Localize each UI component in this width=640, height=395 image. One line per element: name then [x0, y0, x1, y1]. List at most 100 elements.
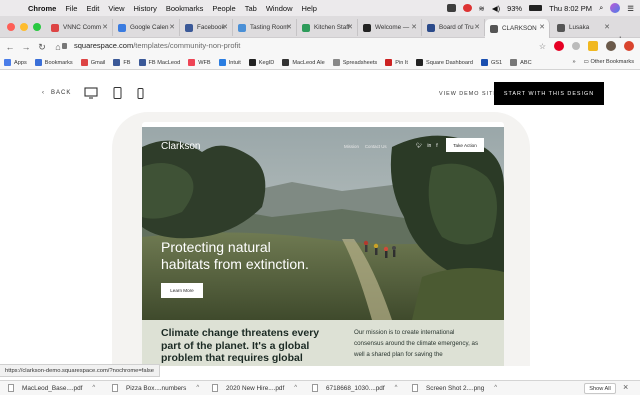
tab-welcome[interactable]: Welcome — ✕: [358, 19, 422, 36]
tab-close-icon[interactable]: ✕: [604, 23, 610, 31]
bookmark-item[interactable]: Intuit: [218, 59, 241, 66]
zoom-window-button[interactable]: [33, 23, 41, 31]
view-demo-site-link[interactable]: VIEW DEMO SITE: [439, 91, 498, 97]
take-action-button[interactable]: Take Action: [446, 138, 484, 152]
intro-section: Climate change threatens every part of t…: [142, 320, 504, 366]
tab-close-icon[interactable]: ✕: [102, 23, 108, 31]
tablet-view-icon[interactable]: [113, 87, 122, 99]
download-item[interactable]: Screen Shot 2....png ^: [412, 384, 497, 392]
menu-edit[interactable]: Edit: [86, 4, 99, 13]
tab-tasting-room[interactable]: Tasting Room ✕: [233, 19, 297, 36]
back-button[interactable]: ‹ BACK: [42, 90, 71, 96]
bookmark-item[interactable]: KegID: [248, 59, 274, 66]
chevron-up-icon[interactable]: ^: [494, 385, 497, 391]
notification-center-icon[interactable]: ☰: [627, 4, 634, 13]
other-bookmarks-folder[interactable]: ▭ Other Bookmarks: [584, 59, 634, 65]
nav-link-contact[interactable]: Contact Us: [365, 144, 387, 149]
menu-view[interactable]: View: [108, 4, 124, 13]
menu-bookmarks[interactable]: Bookmarks: [166, 4, 204, 13]
extension-icon[interactable]: [572, 42, 580, 50]
volume-icon[interactable]: ◀): [492, 4, 500, 13]
tab-close-icon[interactable]: ✕: [539, 23, 545, 31]
tab-close-icon[interactable]: ✕: [286, 23, 292, 31]
tab-google-calendar[interactable]: Google Calen ✕: [113, 19, 180, 36]
close-window-button[interactable]: [7, 23, 15, 31]
linkedin-icon[interactable]: in: [427, 143, 431, 149]
menubar-clock[interactable]: Thu 8:02 PM: [549, 4, 592, 13]
chevron-up-icon[interactable]: ^: [395, 385, 398, 391]
update-icon[interactable]: [624, 41, 634, 51]
macleod-icon: [282, 59, 290, 66]
tab-kitchen-staff[interactable]: Kitchen Staff ✕: [297, 19, 358, 36]
wifi-icon[interactable]: ≋: [479, 4, 485, 13]
menu-help[interactable]: Help: [302, 4, 317, 13]
learn-more-button[interactable]: Learn More: [161, 283, 203, 298]
bookmark-label: Bookmarks: [44, 59, 73, 66]
bookmark-item[interactable]: FB MacLeod: [138, 59, 180, 66]
menu-tab[interactable]: Tab: [245, 4, 257, 13]
tab-clarkson-active[interactable]: CLARKSON ✕: [485, 19, 550, 38]
bookmark-item[interactable]: FB: [113, 59, 131, 66]
close-downloads-icon[interactable]: ×: [623, 382, 628, 392]
tab-close-icon[interactable]: ✕: [169, 23, 175, 31]
tab-close-icon[interactable]: ✕: [222, 23, 228, 31]
bookmark-item[interactable]: Bookmarks: [34, 59, 73, 66]
bookmark-item[interactable]: Gmail: [80, 59, 105, 66]
siri-icon[interactable]: [610, 3, 621, 13]
bookmark-item[interactable]: Apps: [4, 59, 27, 66]
back-arrow-icon[interactable]: ←: [4, 42, 16, 52]
download-item[interactable]: Pizza Box....numbers ^: [112, 384, 199, 392]
chevron-up-icon[interactable]: ^: [92, 385, 95, 391]
mobile-view-icon[interactable]: [137, 88, 144, 99]
facebook-icon[interactable]: f: [436, 143, 437, 149]
download-item[interactable]: MacLeod_Base....pdf ^: [8, 384, 95, 392]
tab-close-icon[interactable]: ✕: [474, 23, 480, 31]
menu-window[interactable]: Window: [266, 4, 293, 13]
forward-arrow-icon[interactable]: →: [20, 42, 32, 52]
menu-people[interactable]: People: [212, 4, 235, 13]
bookmark-label: Apps: [14, 59, 27, 66]
start-with-this-design-button[interactable]: START WITH THIS DESIGN: [494, 82, 604, 105]
pinterest-extension-icon[interactable]: [554, 41, 564, 51]
menu-file[interactable]: File: [65, 4, 77, 13]
download-item[interactable]: 6718668_1030....pdf ^: [312, 384, 397, 392]
bookmark-item[interactable]: Spreadsheets: [332, 59, 377, 66]
tab-lusaka[interactable]: Lusaka ✕: [552, 19, 614, 36]
chevron-up-icon[interactable]: ^: [294, 385, 297, 391]
profile-avatar-icon[interactable]: [606, 41, 616, 51]
download-item[interactable]: 2020 New Hire....pdf ^: [212, 384, 297, 392]
tab-vnnc[interactable]: VNNC Comm ✕: [46, 19, 113, 36]
apps-grid-icon: [4, 59, 11, 66]
tab-board-of-trustees[interactable]: Board of Tru ✕: [422, 19, 485, 36]
battery-icon[interactable]: [529, 5, 543, 11]
bookmark-item[interactable]: Pin It: [385, 59, 408, 66]
chevron-up-icon[interactable]: ^: [196, 385, 199, 391]
tab-close-icon[interactable]: ✕: [347, 23, 353, 31]
bookmark-item[interactable]: MacLeod Ale: [282, 59, 325, 66]
extension-icon[interactable]: [588, 41, 598, 51]
star-icon: [34, 59, 42, 66]
bookmark-item[interactable]: ABC: [510, 59, 532, 66]
bookmark-item[interactable]: Square Dashboard: [415, 59, 473, 66]
menu-app-chrome[interactable]: Chrome: [28, 4, 56, 13]
desktop-view-icon[interactable]: [84, 87, 98, 99]
bookmark-item[interactable]: WFB: [188, 59, 211, 66]
site-logo[interactable]: Clarkson: [161, 141, 200, 152]
address-bar[interactable]: squarespace.com/templates/community-non-…: [62, 41, 240, 50]
show-all-downloads-button[interactable]: Show All: [584, 383, 616, 394]
menu-history[interactable]: History: [134, 4, 157, 13]
bookmark-star-icon[interactable]: ☆: [539, 42, 546, 51]
nav-link-mission[interactable]: Mission: [344, 144, 359, 149]
creative-cloud-icon[interactable]: [462, 4, 472, 12]
tab-close-icon[interactable]: ✕: [411, 23, 417, 31]
bookmark-item[interactable]: GS1: [480, 59, 502, 66]
tab-facebook[interactable]: Facebook ✕: [180, 19, 233, 36]
twitter-icon[interactable]: 🐦︎: [416, 143, 422, 149]
minimize-window-button[interactable]: [20, 23, 28, 31]
spotlight-search-icon[interactable]: ⌕: [599, 3, 603, 13]
gs1-icon: [480, 59, 488, 66]
dropbox-icon[interactable]: [446, 4, 456, 12]
more-bookmarks-chevron[interactable]: »: [573, 59, 576, 65]
reload-icon[interactable]: ↻: [36, 42, 48, 53]
battery-percent[interactable]: 93%: [507, 4, 522, 13]
